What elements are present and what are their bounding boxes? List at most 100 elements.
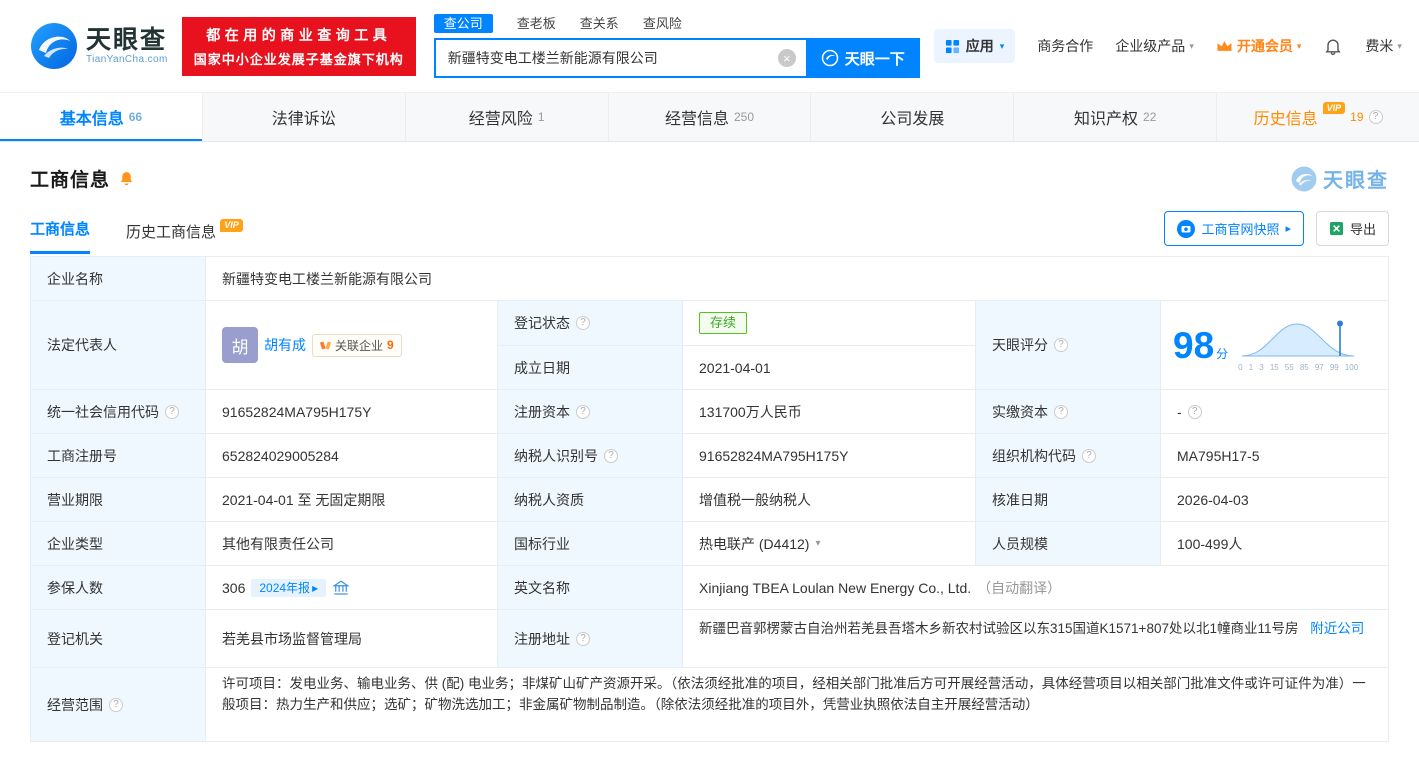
site-header: 天眼查 TianYanCha.com 都在用的商业查询工具 国家中小企业发展子基… — [0, 0, 1419, 92]
score-curve — [1242, 320, 1355, 357]
subtab-history-business-info[interactable]: 历史工商信息 VIP — [126, 219, 243, 254]
field-value-business-scope: 许可项目：发电业务、输电业务、供 (配) 电业务；非煤矿山矿产资源开采。（依法须… — [206, 668, 1389, 742]
field-label-reg-number: 工商注册号 — [31, 434, 206, 478]
official-snapshot-button[interactable]: 工商官网快照 ▸ — [1164, 211, 1304, 246]
search-button-logo-icon — [821, 49, 839, 67]
tab-company-development[interactable]: 公司发展 — [811, 93, 1015, 141]
nav-cooperation[interactable]: 商务合作 — [1037, 36, 1093, 56]
subtab-business-info[interactable]: 工商信息 — [30, 218, 91, 254]
help-icon[interactable]: ? — [1082, 448, 1096, 463]
annual-report-badge[interactable]: 2024年报 ▸ — [251, 578, 327, 597]
tab-intellectual-property[interactable]: 知识产权 22 — [1014, 93, 1218, 141]
help-icon[interactable]: ? — [576, 404, 590, 419]
excel-export-icon — [1329, 221, 1344, 236]
chevron-down-icon: ▾ — [1296, 40, 1302, 51]
score-unit: 分 — [1216, 346, 1229, 361]
field-value-reg-authority: 若羌县市场监督管理局 — [206, 610, 498, 668]
field-value-reg-status: 存续 — [683, 301, 976, 346]
establish-date: 2021-04-01 — [699, 359, 771, 376]
tab-count: 1 — [537, 110, 545, 124]
help-icon[interactable]: ? — [604, 448, 618, 463]
insured-count: 306 — [222, 579, 246, 596]
social-security-bank-icon[interactable] — [332, 579, 350, 597]
label-text: 天眼评分 — [992, 337, 1048, 353]
tab-history-info[interactable]: 历史信息 VIP 19 ? — [1217, 93, 1419, 141]
field-label-reg-authority: 登记机关 — [31, 610, 206, 668]
field-label-establish-date: 成立日期 — [498, 346, 683, 390]
business-term: 2021-04-01 至 无固定期限 — [222, 491, 386, 508]
taxpayer-quality: 增值税一般纳税人 — [699, 491, 811, 508]
search-tab-relation[interactable]: 查关系 — [580, 17, 619, 30]
field-label-industry: 国标行业 — [498, 522, 683, 566]
chevron-down-icon: ▾ — [1397, 40, 1402, 51]
search-tab-company[interactable]: 查公司 — [433, 14, 493, 33]
subtab-row: 工商信息 历史工商信息 VIP 工商官网快照 ▸ 导出 — [30, 211, 1389, 254]
help-icon[interactable]: ? — [1054, 338, 1068, 352]
nav-apps[interactable]: 应用 ▾ — [933, 29, 1016, 63]
nav-enterprise-products[interactable]: 企业级产品 ▾ — [1115, 36, 1194, 56]
help-icon[interactable]: ? — [1368, 110, 1383, 124]
field-label-org-code: 组织机构代码 ? — [976, 434, 1161, 478]
tab-count: 250 — [734, 110, 755, 124]
field-label-tianyan-score: 天眼评分 ? — [976, 301, 1161, 390]
nav-user-menu[interactable]: 费米 ▾ — [1365, 36, 1402, 56]
field-label-credit-code: 统一社会信用代码 ? — [31, 390, 206, 434]
tab-label: 知识产权 — [1074, 111, 1139, 128]
nav-user-label: 费米 — [1365, 38, 1394, 54]
tianyancha-watermark: 天眼查 — [1291, 164, 1389, 193]
help-icon[interactable]: ? — [1187, 404, 1202, 419]
field-label-reg-status: 登记状态 ? — [498, 301, 683, 346]
related-companies-label: 关联企业 — [335, 338, 384, 353]
label-text: 统一社会信用代码 — [47, 403, 159, 420]
help-icon[interactable]: ? — [109, 697, 123, 712]
search-button[interactable]: 天眼一下 — [805, 38, 920, 78]
legal-rep-name-link[interactable]: 胡有成 — [264, 335, 306, 355]
banner-line1: 都在用的商业查询工具 — [206, 26, 392, 43]
field-value-company-type: 其他有限责任公司 — [206, 522, 498, 566]
label-text: 登记状态 — [514, 315, 570, 331]
brand-domain: TianYanCha.com — [86, 54, 168, 66]
status-badge: 存续 — [699, 311, 748, 335]
vip-badge: VIP — [220, 219, 243, 232]
field-value-establish-date: 2021-04-01 — [683, 346, 976, 390]
field-label-approval-date: 核准日期 — [976, 478, 1161, 522]
nav-cooperation-label: 商务合作 — [1037, 38, 1094, 54]
tab-legal-proceedings[interactable]: 法律诉讼 — [203, 93, 406, 141]
tab-operating-risk[interactable]: 经营风险 1 — [406, 93, 609, 141]
field-value-org-code: MA795H17-5 — [1161, 434, 1389, 478]
field-label-reg-capital: 注册资本 ? — [498, 390, 683, 434]
export-button[interactable]: 导出 — [1315, 211, 1389, 246]
tianyancha-logo[interactable]: 天眼查 TianYanCha.com — [30, 22, 168, 70]
related-companies-tag[interactable]: 关联企业 9 — [312, 333, 402, 357]
field-label-company-type: 企业类型 — [31, 522, 206, 566]
nav-open-vip[interactable]: 开通会员 ▾ — [1216, 36, 1302, 56]
label-text: 纳税人资质 — [514, 491, 584, 508]
search-tab-boss[interactable]: 查老板 — [517, 17, 556, 30]
search-tab-risk[interactable]: 查风险 — [643, 17, 682, 30]
help-icon[interactable]: ? — [576, 316, 590, 330]
tab-basic-info[interactable]: 基本信息 66 — [0, 93, 203, 141]
score-tick: 97 — [1314, 363, 1324, 372]
legal-rep-avatar[interactable]: 胡 — [222, 327, 258, 363]
notification-bell-icon[interactable] — [1323, 36, 1343, 56]
tab-operating-info[interactable]: 经营信息 250 — [609, 93, 812, 141]
score-tick: 1 — [1248, 363, 1254, 372]
label-text: 英文名称 — [514, 579, 570, 596]
score-tick: 85 — [1299, 363, 1309, 372]
label-text: 企业类型 — [47, 535, 103, 552]
industry-dropdown-icon[interactable]: ▾ — [815, 538, 820, 549]
help-icon[interactable]: ? — [1054, 404, 1068, 419]
org-code: MA795H17-5 — [1177, 447, 1260, 464]
help-icon[interactable]: ? — [165, 404, 179, 419]
chevron-down-icon: ▾ — [999, 40, 1005, 51]
search-input[interactable] — [433, 38, 806, 78]
field-value-company-name: 新疆特变电工楼兰新能源有限公司 — [206, 257, 1389, 301]
nearby-companies-link[interactable]: 附近公司 — [1310, 621, 1364, 636]
score-axis-ticks: 0 1 3 15 55 85 97 99 100 — [1238, 364, 1358, 372]
field-value-business-term: 2021-04-01 至 无固定期限 — [206, 478, 498, 522]
subscribe-bell-icon[interactable] — [118, 170, 135, 187]
help-icon[interactable]: ? — [576, 631, 590, 646]
clear-search-icon[interactable]: × — [777, 49, 796, 67]
credit-code: 91652824MA795H175Y — [222, 403, 372, 420]
field-value-staff-size: 100-499人 — [1161, 522, 1389, 566]
